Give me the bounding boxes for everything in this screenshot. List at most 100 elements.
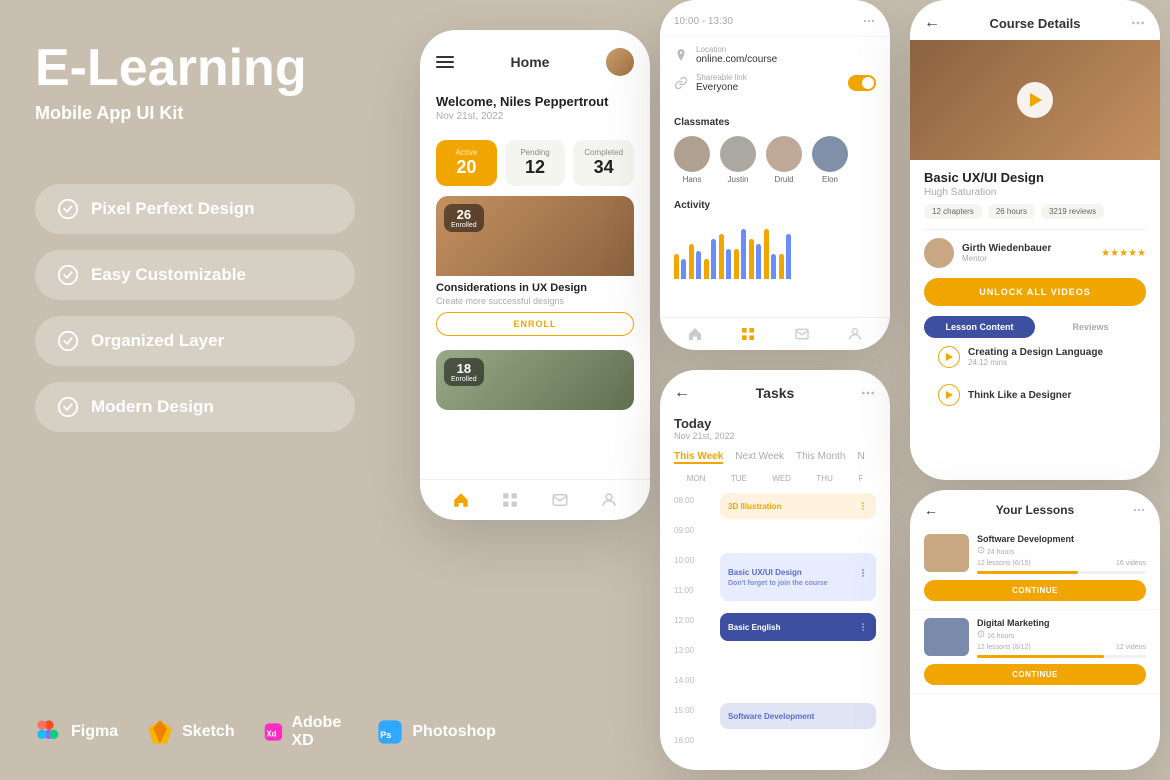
lesson-card-marketing: Digital Marketing 16 hours 12 lessons (8… [910,610,1160,694]
tab-next-week[interactable]: Next Week [735,451,784,464]
tool-label-adobe-xd: Adobe XD [291,714,348,750]
task-software-dev[interactable]: Software Development [720,703,876,729]
user-avatar[interactable] [606,48,634,76]
lesson-title-1: Creating a Design Language [968,347,1103,358]
task-menu-icon-2[interactable] [858,568,868,578]
dots-icon[interactable] [862,14,876,28]
back-button[interactable]: ← [674,384,690,402]
cd-back-btn[interactable]: ← [924,14,940,32]
nav-mail[interactable] [550,490,570,510]
lesson-card-meta-software: 24 hours [977,546,1146,556]
home-header: Home [420,30,650,86]
cd-more-icon[interactable] [1130,15,1146,31]
today-date: Nov 21st, 2022 [674,431,876,441]
home-title: Home [511,54,550,70]
classmate-name-hans: Hans [683,175,702,184]
schedule-time: 10:00 - 13:30 [674,16,733,27]
stat-completed-label: Completed [583,148,624,157]
tool-adobe-xd: Xd Adobe XD [263,714,349,750]
lesson-item-2: Think Like a Designer [924,376,1146,414]
lesson-card-meta-marketing: 16 hours [977,630,1146,640]
classmate-justin: Justin [720,136,756,184]
course-card-1[interactable]: 26 Enrolled Considerations in UX Design … [436,196,634,336]
figma-icon [35,718,63,746]
feature-label-3: Modern Design [91,397,214,417]
lesson-play-btn-1[interactable] [938,346,960,368]
location-icon [674,48,688,62]
task-uxui-design[interactable]: Basic UX/UI Design Don't forget to join … [720,553,876,601]
stats-row: Active 20 Pending 12 Completed 34 [420,130,650,196]
unlock-button[interactable]: UNLOCK ALL VIDEOS [924,278,1146,306]
tab-this-month[interactable]: This Month [796,451,845,464]
stat-active: Active 20 [436,140,497,186]
screen-course-details: ← Course Details Basic UX/UI Design Hugh… [910,0,1160,480]
link-row: Shareable link Everyone [674,73,876,93]
feature-pixel-perfect: Pixel Perfext Design [35,184,355,234]
classmates-row: Hans Justin Druld Elon [674,136,876,184]
feature-label-2: Organized Layer [91,331,224,351]
lesson-card-software: Software Development 24 hours 12 lessons… [910,526,1160,610]
cd-tag-1: 26 hours [988,204,1035,219]
link-icon [674,76,688,90]
hamburger-menu[interactable] [436,56,454,68]
more-options-icon[interactable] [860,385,876,401]
task-3d-illustration[interactable]: 3D Illustration [720,493,876,519]
activity-chart [674,219,876,279]
tab-n[interactable]: N [857,451,864,464]
lesson-item-1: Creating a Design Language 24:12 mins [924,338,1146,376]
feature-modern-design: Modern Design [35,382,355,432]
nav-user-2[interactable] [847,326,863,342]
nav-user[interactable] [599,490,619,510]
tasks-title: Tasks [756,385,795,401]
day-fri: F [858,474,863,483]
schedule-bottom-nav [660,317,890,350]
course-badge-2: 18 Enrolled [444,358,484,386]
lesson-title-2: Think Like a Designer [968,390,1071,401]
check-icon-3 [57,396,79,418]
tasks-header: ← Tasks [660,370,890,408]
yl-back-btn[interactable]: ← [924,502,938,518]
screen-home: Home Welcome, Niles Peppertrout Nov 21st… [420,30,650,520]
task-uxui-sub: Don't forget to join the course [728,580,868,587]
welcome-section: Welcome, Niles Peppertrout Nov 21st, 202… [420,86,650,130]
tool-label-figma: Figma [71,723,118,741]
tab-this-week[interactable]: This Week [674,451,723,464]
feature-organized-layer: Organized Layer [35,316,355,366]
nav-home[interactable] [451,490,471,510]
classmate-name-druid: Druld [774,175,793,184]
tab-reviews[interactable]: Reviews [1035,316,1146,338]
nav-mail-2[interactable] [794,326,810,342]
cd-course-image [910,40,1160,160]
check-icon-1 [57,264,79,286]
continue-btn-marketing[interactable]: CONTINUE [924,664,1146,685]
nav-grid-2[interactable] [740,326,756,342]
yl-more-icon[interactable] [1132,503,1146,517]
play-button[interactable] [1017,82,1053,118]
brand-subtitle: Mobile App UI Kit [35,103,355,124]
task-menu-icon[interactable] [858,501,868,511]
cd-author: Hugh Saturation [924,187,1146,198]
nav-grid[interactable] [500,490,520,510]
toggle-switch[interactable] [848,75,876,91]
stat-active-label: Active [446,148,487,157]
lesson-play-btn-2[interactable] [938,384,960,406]
classmate-hans: Hans [674,136,710,184]
task-basic-english[interactable]: Basic English [720,613,876,641]
cd-content: Basic UX/UI Design Hugh Saturation 12 ch… [910,160,1160,424]
time-1000: 10:00 [674,556,694,565]
tool-photoshop: Ps Photoshop [376,718,496,746]
continue-btn-software[interactable]: CONTINUE [924,580,1146,601]
location-value: online.com/course [696,54,777,65]
task-menu-icon-3[interactable] [858,622,868,632]
enroll-button[interactable]: ENROLL [436,312,634,336]
nav-home-2[interactable] [687,326,703,342]
day-tue: TUE [731,474,747,483]
course-card-2[interactable]: 18 Enrolled [436,350,634,410]
check-icon-2 [57,330,79,352]
clock-icon [977,546,985,554]
tab-lesson-content[interactable]: Lesson Content [924,316,1035,338]
adobe-xd-icon: Xd [263,718,284,746]
brand-title: E-Learning [35,40,355,97]
classmate-elon: Elon [812,136,848,184]
link-label: Shareable link [696,73,747,82]
